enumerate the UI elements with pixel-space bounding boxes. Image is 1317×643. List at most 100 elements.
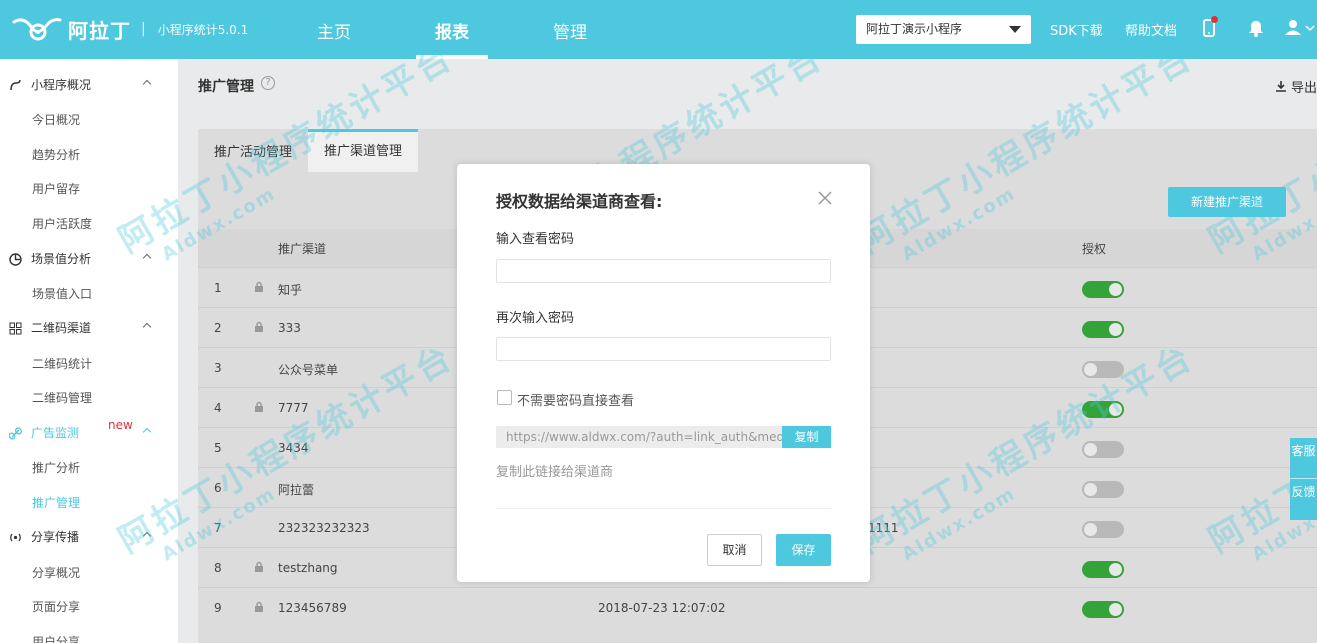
chevron-up-icon <box>142 427 152 437</box>
sidebar-item-promo-manage[interactable]: 推广管理 <box>0 486 178 520</box>
confirm-password-label: 再次输入密码 <box>496 311 575 326</box>
nav-home[interactable]: 主页 <box>293 0 375 59</box>
sidebar-item-qr-stats[interactable]: 二维码统计 <box>0 347 178 381</box>
toggle-knob <box>1109 323 1122 336</box>
row-index: 2 <box>214 321 222 335</box>
row-index: 9 <box>214 601 222 615</box>
sidebar-group-share[interactable]: 分享传播 <box>0 520 178 554</box>
sidebar-item-page-share[interactable]: 页面分享 <box>0 590 178 624</box>
channel-name: 123456789 <box>278 601 347 615</box>
help-docs-link[interactable]: 帮助文档 <box>1125 20 1177 39</box>
lock-icon <box>255 281 263 292</box>
auth-toggle[interactable] <box>1082 361 1124 378</box>
brand-name: 阿拉丁 <box>68 18 131 43</box>
row-index: 1 <box>214 281 222 295</box>
tab-promo-activity[interactable]: 推广活动管理 <box>198 129 308 172</box>
row-index: 6 <box>214 481 222 495</box>
row-index: 7 <box>214 521 222 535</box>
auth-toggle[interactable] <box>1082 321 1124 338</box>
sidebar-item-activity[interactable]: 用户活跃度 <box>0 207 178 241</box>
sidebar-group-scene[interactable]: 场景值分析 <box>0 242 178 276</box>
toggle-knob <box>1084 363 1097 376</box>
sidebar-group-label: 场景值分析 <box>31 252 92 266</box>
pie-icon <box>9 253 22 266</box>
toggle-knob <box>1084 443 1097 456</box>
sidebar-group-overview[interactable]: 小程序概况 <box>0 68 178 102</box>
auth-toggle[interactable] <box>1082 601 1124 618</box>
no-password-checkbox[interactable] <box>497 390 512 405</box>
auth-toggle[interactable] <box>1082 441 1124 458</box>
auth-toggle[interactable] <box>1082 561 1124 578</box>
no-password-label[interactable]: 不需要密码直接查看 <box>517 390 634 409</box>
cancel-button[interactable]: 取消 <box>707 534 762 566</box>
chevron-up-icon <box>142 531 152 541</box>
user-icon[interactable] <box>1284 18 1316 38</box>
sidebar: 小程序概况 今日概况 趋势分析 用户留存 用户活跃度 场景值分析 场景值入口 二… <box>0 59 178 643</box>
sidebar-item-trend[interactable]: 趋势分析 <box>0 138 178 172</box>
sidebar-item-today[interactable]: 今日概况 <box>0 103 178 137</box>
auth-toggle[interactable] <box>1082 521 1124 538</box>
sidebar-item-qr-manage[interactable]: 二维码管理 <box>0 381 178 415</box>
tab-promo-channel[interactable]: 推广渠道管理 <box>308 129 419 172</box>
row-index: 5 <box>214 441 222 455</box>
qrcode-icon <box>9 322 22 335</box>
chevron-up-icon <box>142 253 152 263</box>
channel-name: testzhang <box>278 561 338 575</box>
lock-icon <box>255 561 263 572</box>
col-channel: 推广渠道 <box>278 242 327 256</box>
customer-service-button[interactable]: 客服 <box>1290 438 1317 478</box>
sidebar-item-user-share[interactable]: 用户分享 <box>0 625 178 643</box>
sdk-download-link[interactable]: SDK下载 <box>1050 20 1103 39</box>
logo[interactable]: 阿拉丁 | 小程序统计5.0.1 <box>12 14 248 44</box>
auth-toggle[interactable] <box>1082 401 1124 418</box>
lock-icon <box>255 321 263 332</box>
sidebar-group-label: 二维码渠道 <box>31 321 92 335</box>
export-button[interactable]: 导出 <box>1275 77 1317 96</box>
toggle-knob <box>1084 523 1097 536</box>
sidebar-item-share-overview[interactable]: 分享概况 <box>0 556 178 590</box>
logo-mark-icon <box>12 18 62 41</box>
auth-modal: 授权数据给渠道商查看: 输入查看密码 再次输入密码 不需要密码直接查看 http… <box>457 164 870 582</box>
link-icon <box>9 427 22 440</box>
password-input[interactable] <box>496 259 831 283</box>
brand-subtitle: 小程序统计5.0.1 <box>157 22 249 37</box>
sidebar-group-label: 小程序概况 <box>31 78 92 92</box>
chevron-up-icon <box>142 79 152 89</box>
auth-toggle[interactable] <box>1082 481 1124 498</box>
channel-name: 知乎 <box>278 283 303 297</box>
sidebar-group-label: 广告监测 <box>31 426 80 440</box>
nav-reports[interactable]: 报表 <box>411 0 493 59</box>
floating-service-bar: 客服 反馈 <box>1290 438 1317 520</box>
new-badge: new <box>108 418 133 432</box>
col-auth: 授权 <box>1082 242 1107 256</box>
copy-button[interactable]: 复制 <box>782 426 831 448</box>
feedback-button[interactable]: 反馈 <box>1290 478 1317 518</box>
close-icon[interactable] <box>817 190 833 206</box>
new-channel-button[interactable]: 新建推广渠道 <box>1168 187 1286 217</box>
toggle-knob <box>1109 603 1122 616</box>
sidebar-item-promo-analysis[interactable]: 推广分析 <box>0 451 178 485</box>
confirm-password-input[interactable] <box>496 337 831 361</box>
channel-name: 阿拉蕾 <box>278 483 315 497</box>
sidebar-group-qrcode[interactable]: 二维码渠道 <box>0 311 178 345</box>
app-select[interactable]: 阿拉丁演示小程序 <box>856 15 1031 44</box>
download-icon <box>1275 81 1286 92</box>
channel-name: 7777 <box>278 401 309 415</box>
tab-bar: 推广活动管理 推广渠道管理 <box>198 129 419 172</box>
brand-separator: | <box>141 21 146 37</box>
auth-toggle[interactable] <box>1082 281 1124 298</box>
sidebar-item-retention[interactable]: 用户留存 <box>0 172 178 206</box>
lock-icon <box>255 401 263 412</box>
sidebar-item-scene-entry[interactable]: 场景值入口 <box>0 277 178 311</box>
bell-icon[interactable] <box>1246 18 1266 38</box>
help-icon[interactable]: ? <box>261 76 275 90</box>
save-button[interactable]: 保存 <box>776 534 831 566</box>
modal-title: 授权数据给渠道商查看: <box>496 192 663 211</box>
sidebar-group-ads[interactable]: 广告监测 new <box>0 416 178 450</box>
share-link-field[interactable]: https://www.aldwx.com/?auth=link_auth&me… <box>496 426 782 448</box>
modal-divider <box>496 508 831 509</box>
channel-name: 232323232323 <box>278 521 370 535</box>
channel-name: 3434 <box>278 441 309 455</box>
row-extra: 1111 <box>868 521 899 535</box>
nav-manage[interactable]: 管理 <box>529 0 611 59</box>
